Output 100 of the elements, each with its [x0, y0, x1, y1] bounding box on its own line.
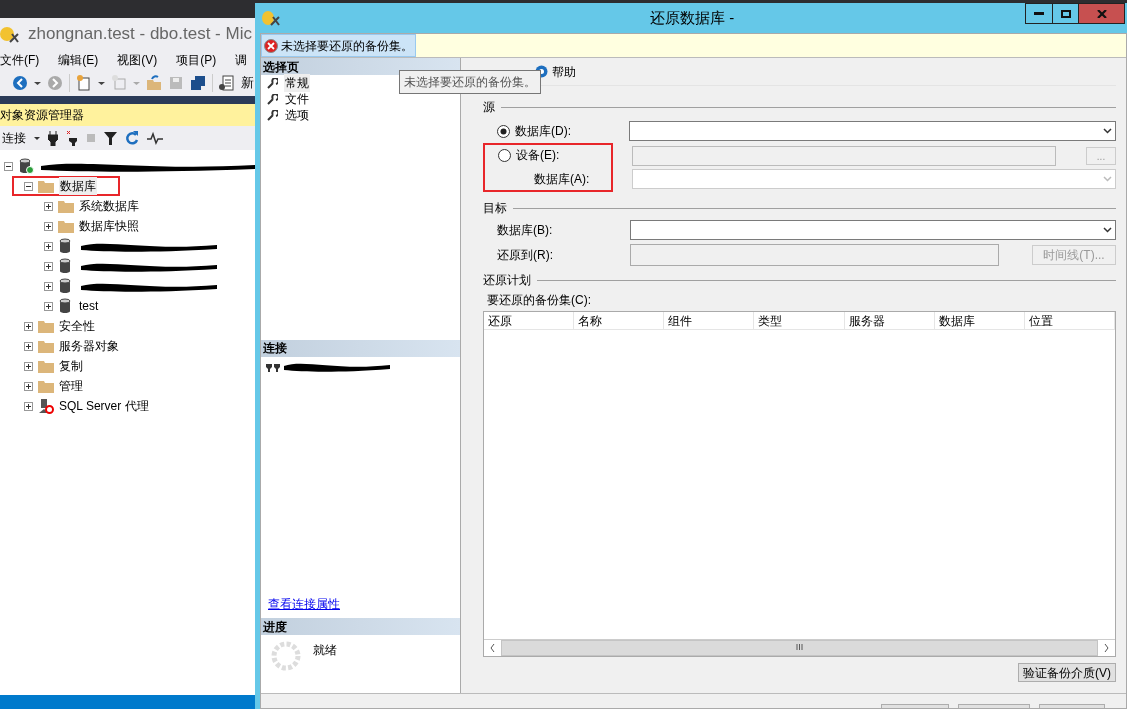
window-title: zhongnan.test - dbo.test - Mic	[28, 23, 252, 46]
folder-icon	[38, 179, 54, 193]
minimize-icon	[1034, 12, 1044, 15]
expand-toggle[interactable]	[44, 261, 53, 271]
page-item[interactable]: 常规	[284, 74, 310, 92]
chevron-icon	[1103, 176, 1112, 182]
radio-button[interactable]	[498, 148, 511, 162]
activity-icon[interactable]	[147, 130, 163, 146]
folder-icon	[38, 359, 54, 373]
column-header[interactable]: 类型	[754, 312, 845, 329]
error-icon	[264, 38, 278, 53]
field-label: 还原到(R):	[497, 247, 554, 264]
expand-toggle[interactable]	[24, 321, 33, 331]
tree-item[interactable]: 复制	[59, 357, 83, 375]
tree-item[interactable]: 服务器对象	[59, 337, 119, 355]
disconnect-icon[interactable]	[66, 130, 78, 146]
wrench-icon	[267, 77, 278, 89]
folder-icon	[38, 339, 54, 353]
document-icon[interactable]	[219, 75, 235, 91]
folder-icon	[38, 319, 54, 333]
verify-button[interactable]: 验证备份介质(V)	[1018, 663, 1116, 682]
menu-item[interactable]: 文件(F)	[0, 51, 40, 69]
connection-link[interactable]: 查看连接属性	[268, 597, 340, 611]
column-header[interactable]: 服务器	[844, 312, 935, 329]
new-item-icon[interactable]	[76, 75, 92, 91]
expand-toggle[interactable]	[24, 181, 33, 191]
group-title: 源	[483, 99, 495, 116]
scroll-thumb[interactable]: III	[501, 640, 1098, 656]
expand-toggle[interactable]	[44, 221, 53, 231]
maximize-icon	[1060, 9, 1071, 18]
tree-item[interactable]: 安全性	[59, 317, 95, 335]
group-title: 还原计划	[483, 272, 531, 289]
chevron-left-icon	[490, 644, 495, 652]
tree-item[interactable]: test	[79, 297, 99, 315]
page-item[interactable]: 选项	[284, 106, 310, 124]
tree-item[interactable]: 数据库快照	[79, 217, 139, 235]
section-header: 进度	[263, 618, 287, 636]
column-header[interactable]: 名称	[574, 312, 665, 329]
agent-icon	[38, 398, 54, 414]
column-header[interactable]: 还原	[484, 312, 575, 329]
section-header: 选择页	[263, 58, 299, 76]
column-header[interactable]: 位置	[1024, 312, 1115, 329]
expand-toggle[interactable]	[44, 241, 53, 251]
open-folder-icon[interactable]	[146, 75, 162, 91]
app-icon	[0, 24, 20, 44]
wrench-icon	[267, 109, 278, 121]
tree-item[interactable]: 管理	[59, 377, 83, 395]
tree-item[interactable]: 系统数据库	[79, 197, 139, 215]
wrench-icon	[267, 93, 278, 105]
expand-toggle[interactable]	[24, 361, 33, 371]
server-icon	[18, 158, 34, 174]
menu-item[interactable]: 项目(P)	[176, 51, 217, 69]
target-database-combo[interactable]	[630, 220, 1116, 240]
database-combo[interactable]	[629, 121, 1116, 141]
tooltip: 未选择要还原的备份集。	[399, 70, 541, 94]
folder-icon	[58, 219, 74, 233]
page-item[interactable]: 文件	[284, 90, 310, 108]
expand-toggle[interactable]	[24, 381, 33, 391]
message-item[interactable]: 未选择要还原的备份集。	[261, 34, 416, 57]
expand-toggle[interactable]	[44, 281, 53, 291]
chevron-right-icon	[1104, 644, 1109, 652]
dialog-icon	[262, 9, 280, 27]
close-button[interactable]	[1079, 3, 1125, 24]
plug-icon[interactable]	[48, 130, 58, 146]
save-all-icon[interactable]	[190, 75, 206, 91]
field-label: 数据库(B):	[497, 222, 554, 239]
expand-toggle[interactable]	[4, 161, 13, 171]
chevron-icon	[1103, 227, 1112, 233]
option-label: 设备(E):	[516, 147, 560, 164]
folder-icon	[38, 379, 54, 393]
connect-menu[interactable]: 连接	[2, 129, 26, 147]
filter-icon[interactable]	[104, 130, 117, 146]
chevron-icon	[1103, 128, 1112, 134]
column-header[interactable]: 组件	[664, 312, 755, 329]
table-label: 要还原的备份集(C):	[486, 292, 592, 309]
radio-button[interactable]	[497, 124, 510, 138]
folder-icon	[58, 199, 74, 213]
restore-to-field[interactable]	[630, 244, 999, 266]
close-icon	[1096, 9, 1107, 18]
expand-toggle[interactable]	[24, 401, 33, 411]
expand-toggle[interactable]	[44, 301, 53, 311]
panel-title: 对象资源管理器	[0, 107, 84, 124]
menu-item[interactable]: 调	[235, 51, 248, 69]
spinner-icon	[271, 641, 301, 671]
tree-item[interactable]: 数据库	[59, 177, 97, 195]
option-label: 数据库(D):	[515, 123, 571, 140]
section-header: 连接	[263, 340, 287, 357]
menu-item[interactable]: 视图(V)	[117, 51, 158, 69]
menu-item[interactable]: 编辑(E)	[58, 51, 99, 69]
expand-toggle[interactable]	[44, 201, 53, 211]
column-header[interactable]: 数据库	[934, 312, 1025, 329]
tree-item[interactable]: SQL Server 代理	[59, 397, 149, 415]
minimize-button[interactable]	[1025, 3, 1053, 24]
group-title: 目标	[483, 200, 507, 217]
dialog-title: 还原数据库 -	[650, 7, 735, 28]
back-icon[interactable]	[12, 75, 28, 91]
refresh-icon[interactable]	[125, 130, 139, 146]
device-field[interactable]	[632, 146, 1056, 166]
toolbar-label[interactable]: 新	[241, 73, 254, 93]
expand-toggle[interactable]	[24, 341, 33, 351]
